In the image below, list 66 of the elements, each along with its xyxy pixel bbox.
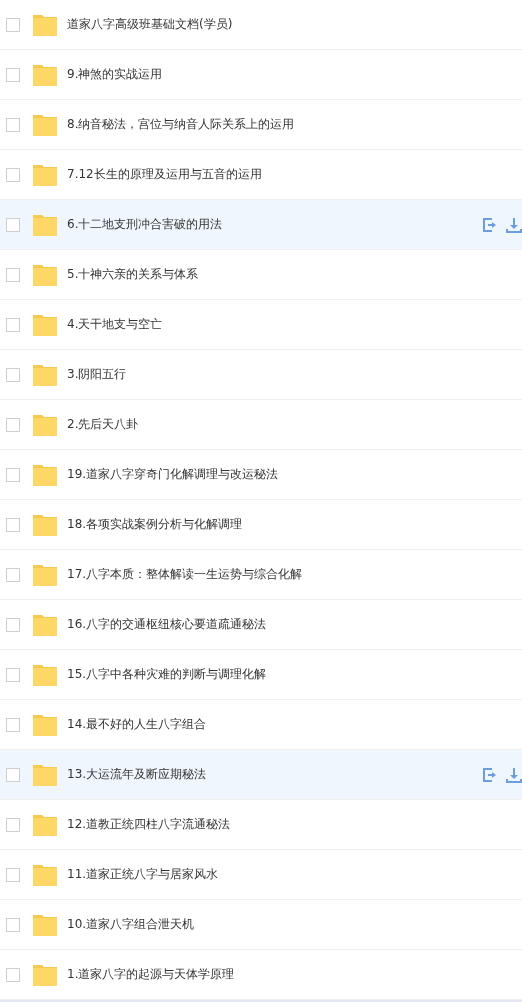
folder-icon	[33, 963, 57, 986]
folder-name: 5.十神六亲的关系与体系	[67, 266, 199, 283]
folder-icon	[33, 313, 57, 336]
folder-icon	[33, 813, 57, 836]
checkbox[interactable]	[6, 417, 20, 432]
folder-name: 10.道家八字组合泄天机	[67, 916, 195, 933]
checkbox[interactable]	[6, 967, 20, 982]
file-row[interactable]: 13.大运流年及断应期秘法	[0, 750, 522, 800]
folder-icon	[33, 63, 57, 86]
folder-name: 7.12长生的原理及运用与五音的运用	[67, 166, 262, 183]
folder-name: 16.八字的交通枢纽核心要道疏通秘法	[67, 616, 267, 633]
folder-name: 15.八字中各种灾难的判断与调理化解	[67, 666, 267, 683]
folder-icon	[33, 663, 57, 686]
folder-name: 13.大运流年及断应期秘法	[67, 766, 207, 783]
checkbox[interactable]	[6, 117, 20, 132]
checkbox[interactable]	[6, 567, 20, 582]
checkbox[interactable]	[6, 817, 20, 832]
download-icon[interactable]	[506, 216, 522, 233]
folder-name: 3.阴阳五行	[67, 366, 127, 383]
move-icon[interactable]	[482, 216, 498, 233]
folder-icon	[33, 213, 57, 236]
checkbox[interactable]	[6, 167, 20, 182]
folder-icon	[33, 913, 57, 936]
download-icon[interactable]	[506, 766, 522, 783]
checkbox[interactable]	[6, 367, 20, 382]
folder-name: 6.十二地支刑冲合害破的用法	[67, 216, 223, 233]
folder-icon	[33, 763, 57, 786]
folder-icon	[33, 113, 57, 136]
checkbox[interactable]	[6, 867, 20, 882]
checkbox[interactable]	[6, 617, 20, 632]
folder-name: 18.各项实战案例分析与化解调理	[67, 516, 243, 533]
checkbox[interactable]	[6, 917, 20, 932]
folder-name: 道家八字高级班基础文档(学员)	[67, 16, 233, 33]
checkbox[interactable]	[6, 217, 20, 232]
checkbox[interactable]	[6, 317, 20, 332]
folder-icon	[33, 463, 57, 486]
folder-name: 2.先后天八卦	[67, 416, 139, 433]
folder-icon	[33, 13, 57, 36]
folder-name: 9.神煞的实战运用	[67, 66, 163, 83]
folder-icon	[33, 613, 57, 636]
folder-name: 12.道教正统四柱八字流通秘法	[67, 816, 231, 833]
folder-icon	[33, 413, 57, 436]
checkbox[interactable]	[6, 767, 20, 782]
folder-name: 4.天干地支与空亡	[67, 316, 163, 333]
checkbox[interactable]	[6, 67, 20, 82]
folder-name: 11.道家正统八字与居家风水	[67, 866, 219, 883]
move-icon[interactable]	[482, 766, 498, 783]
checkbox[interactable]	[6, 717, 20, 732]
folder-name: 8.纳音秘法，宫位与纳音人际关系上的运用	[67, 116, 295, 133]
folder-icon	[33, 513, 57, 536]
folder-name: 14.最不好的人生八字组合	[67, 716, 207, 733]
folder-icon	[33, 863, 57, 886]
folder-icon	[33, 563, 57, 586]
checkbox[interactable]	[6, 517, 20, 532]
folder-icon	[33, 163, 57, 186]
file-row[interactable]: 6.十二地支刑冲合害破的用法	[0, 200, 522, 250]
checkbox[interactable]	[6, 467, 20, 482]
checkbox[interactable]	[6, 17, 20, 32]
checkbox[interactable]	[6, 667, 20, 682]
folder-icon	[33, 363, 57, 386]
folder-name: 17.八字本质：整体解读一生运势与综合化解	[67, 566, 303, 583]
folder-name: 1.道家八字的起源与天体学原理	[67, 966, 235, 983]
checkbox[interactable]	[6, 267, 20, 282]
folder-name: 19.道家八字穿奇门化解调理与改运秘法	[67, 466, 279, 483]
folder-icon	[33, 263, 57, 286]
folder-icon	[33, 713, 57, 736]
